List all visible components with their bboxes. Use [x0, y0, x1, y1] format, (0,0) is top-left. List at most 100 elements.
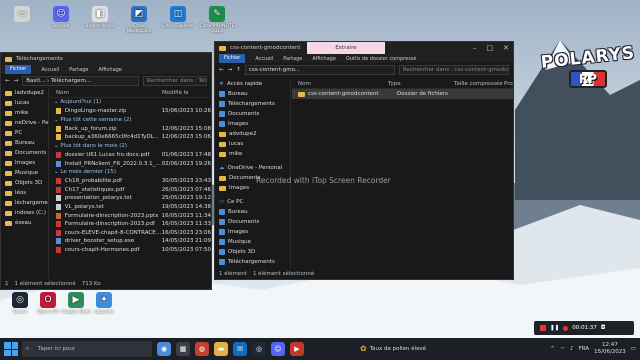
- clock[interactable]: 12:47 15/06/2023: [594, 342, 626, 356]
- file-row[interactable]: css-content-gmodcontent Dossier de fichie…: [292, 89, 513, 99]
- col-name[interactable]: Nom: [292, 81, 388, 87]
- search-input[interactable]: Rechercher dans : Téléchargements: [143, 76, 207, 86]
- address-bar[interactable]: Bastl... › Téléchargem...: [22, 76, 139, 86]
- col-type[interactable]: Type: [388, 81, 454, 87]
- file-row[interactable]: Back_up_forum.zip 12/06/2023 15:08: [50, 125, 211, 134]
- network-icon[interactable]: ⌔: [560, 346, 565, 353]
- desktop-icon[interactable]: ☺ Discord: [43, 6, 79, 29]
- task-view-icon[interactable]: ◉: [157, 342, 171, 356]
- tab-outils-dossier-compresse[interactable]: Outils de dossier compressé: [346, 56, 417, 62]
- desktop-icon[interactable]: ◧ Boston Major: [82, 6, 118, 29]
- file-row[interactable]: VL_polarys.txt 19/05/2023 14:38: [50, 203, 211, 212]
- start-button[interactable]: [4, 342, 18, 356]
- nav-item[interactable]: Documents: [1, 148, 48, 158]
- file-row[interactable]: presentation_polarys.txt 25/05/2023 19:12: [50, 194, 211, 203]
- path-segment[interactable]: Téléchargem...: [51, 78, 91, 84]
- file-row[interactable]: cours-ELEVE-chapit-8-CONTRACEPTION-...16…: [50, 229, 211, 238]
- volume-icon[interactable]: ♪: [570, 346, 574, 352]
- nav-item[interactable]: Images: [215, 119, 290, 129]
- desktop-icon[interactable]: ◩ Citrix Workspace: [121, 6, 157, 34]
- nav-item[interactable]: Bureau: [215, 207, 290, 217]
- file-row[interactable]: Install_PRNclient_FR_2022.0.3.1_win64.ex…: [50, 159, 211, 168]
- search-input[interactable]: Rechercher dans : css-content-gmodconten…: [399, 65, 509, 75]
- nav-item[interactable]: Objets 3D: [215, 247, 290, 257]
- explorer-window-downloads[interactable]: Téléchargements Fichier Accueil Partage …: [0, 52, 212, 290]
- pause-icon[interactable]: ❚❚: [550, 325, 559, 331]
- desktop-icon[interactable]: ✦ capsules: [86, 292, 122, 315]
- desktop-icon[interactable]: ◫ Citrix Explorer: [160, 6, 196, 29]
- nav-item[interactable]: ★ Accès rapide: [215, 79, 290, 89]
- nav-item[interactable]: léos: [1, 188, 48, 198]
- nav-item[interactable]: PC: [1, 128, 48, 138]
- forward-arrow-icon[interactable]: →: [228, 67, 233, 73]
- col-name[interactable]: Nom: [50, 90, 162, 96]
- nav-item[interactable]: ladvdupe2: [1, 88, 48, 98]
- group-header[interactable]: ⌄ Plus tôt cette semaine (2): [50, 116, 211, 125]
- nav-item[interactable]: neDrive - Personal: [1, 118, 48, 128]
- tab-fichier[interactable]: Fichier: [219, 54, 246, 63]
- group-header[interactable]: ⌄ Plus tôt dans le mois (2): [50, 142, 211, 151]
- back-arrow-icon[interactable]: ←: [219, 67, 224, 73]
- path-segment[interactable]: css-content-gmo...: [249, 67, 300, 73]
- nav-item[interactable]: Images: [1, 158, 48, 168]
- context-tab-extraire[interactable]: Extraire: [307, 42, 385, 54]
- widgets-icon[interactable]: ▦: [176, 342, 190, 356]
- tray-chevron-icon[interactable]: ^: [550, 346, 555, 352]
- file-row[interactable]: Ch17_statistiques.pdf 26/05/2023 07:46: [50, 186, 211, 195]
- tab-accueil[interactable]: Accueil: [255, 56, 273, 62]
- nav-item[interactable]: Documents: [215, 109, 290, 119]
- file-row[interactable]: Formulaire-dinscription-2023.pptx 16/05/2…: [50, 211, 211, 220]
- nav-item[interactable]: Musique: [215, 237, 290, 247]
- col-compressed-size[interactable]: Taille compressée: [454, 81, 504, 87]
- window-titlebar[interactable]: css-content-gmodcontent Extraire – □ ✕: [215, 42, 513, 54]
- path-segment-user[interactable]: Bastl...: [26, 78, 45, 84]
- explorer-icon[interactable]: ▬: [214, 342, 228, 356]
- mail-icon[interactable]: ✉: [233, 342, 247, 356]
- desktop-icon[interactable]: ▭: [4, 6, 40, 24]
- file-row[interactable]: dossier U61 Lucas fro.docx.pdf 01/06/2023…: [50, 151, 211, 160]
- group-header[interactable]: ⌄ Le mois dernier (15): [50, 168, 211, 177]
- tab-partage[interactable]: Partage: [69, 67, 88, 73]
- group-header[interactable]: ⌄ Aujourd'hui (1): [50, 98, 211, 107]
- nav-item[interactable]: Musique: [1, 168, 48, 178]
- nav-item[interactable]: ☁ OneDrive - Personal: [215, 163, 290, 173]
- tab-fichier[interactable]: Fichier: [5, 65, 32, 74]
- nav-item[interactable]: Objets 3D: [1, 178, 48, 188]
- file-row[interactable]: Ch18_probabilité.pdf 30/05/2023 23:43: [50, 177, 211, 186]
- explorer-window-zip[interactable]: css-content-gmodcontent Extraire – □ ✕ F…: [214, 41, 514, 280]
- tab-affichage[interactable]: Affichage: [98, 67, 122, 73]
- close-icon[interactable]: ✕: [503, 44, 509, 52]
- tab-partage[interactable]: Partage: [283, 56, 302, 62]
- nav-item[interactable]: léchargements: [1, 198, 48, 208]
- nav-item[interactable]: indows (C:): [1, 208, 48, 218]
- discord-icon[interactable]: ☺: [271, 342, 285, 356]
- maximize-icon[interactable]: □: [487, 44, 494, 52]
- address-bar[interactable]: css-content-gmo...: [244, 65, 395, 75]
- screen-recorder-bar[interactable]: ❚❚ 00:01:37 ◘: [534, 321, 634, 335]
- file-row[interactable]: cours-chapit-Hormones.pdf 10/05/2023 07:5…: [50, 246, 211, 255]
- col-pro[interactable]: Pro: [504, 81, 513, 87]
- nav-item[interactable]: Images: [215, 227, 290, 237]
- steam-icon[interactable]: ◎: [252, 342, 266, 356]
- nav-item[interactable]: ▭ Ce PC: [215, 197, 290, 207]
- nav-item[interactable]: lucas: [1, 98, 48, 108]
- weather-widget[interactable]: ✿ Taux de pollen élevé: [360, 338, 426, 360]
- record-stop-icon[interactable]: [540, 325, 546, 331]
- nav-item[interactable]: Documents: [215, 217, 290, 227]
- file-row[interactable]: backup_a360e6665c0fc4d1TyDLLeaKnG...12/0…: [50, 133, 211, 142]
- nav-item[interactable]: Téléchargements: [215, 99, 290, 109]
- col-modified[interactable]: Modifié le: [162, 90, 189, 96]
- taskbar-search[interactable]: ⌕ Taper ici pour: [22, 341, 152, 357]
- nav-item[interactable]: Bureau: [1, 138, 48, 148]
- desktop-icon[interactable]: ✎ Citrix PRONOTE 2023: [199, 6, 235, 34]
- file-row[interactable]: DingoLingo-master.zip 15/06/2023 10:26: [50, 107, 211, 116]
- minimize-icon[interactable]: –: [473, 44, 477, 52]
- nav-item[interactable]: lucas: [215, 139, 290, 149]
- file-row[interactable]: driver_booster_setup.exe 14/05/2023 21:09: [50, 237, 211, 246]
- language-indicator[interactable]: FRA: [579, 346, 590, 352]
- media-icon[interactable]: ▶: [290, 342, 304, 356]
- file-row[interactable]: Formulaire-dinscription-2023.pdf 16/05/20…: [50, 220, 211, 229]
- forward-arrow-icon[interactable]: →: [14, 78, 19, 84]
- nav-item[interactable]: mike: [215, 149, 290, 159]
- chrome-icon[interactable]: ◍: [195, 342, 209, 356]
